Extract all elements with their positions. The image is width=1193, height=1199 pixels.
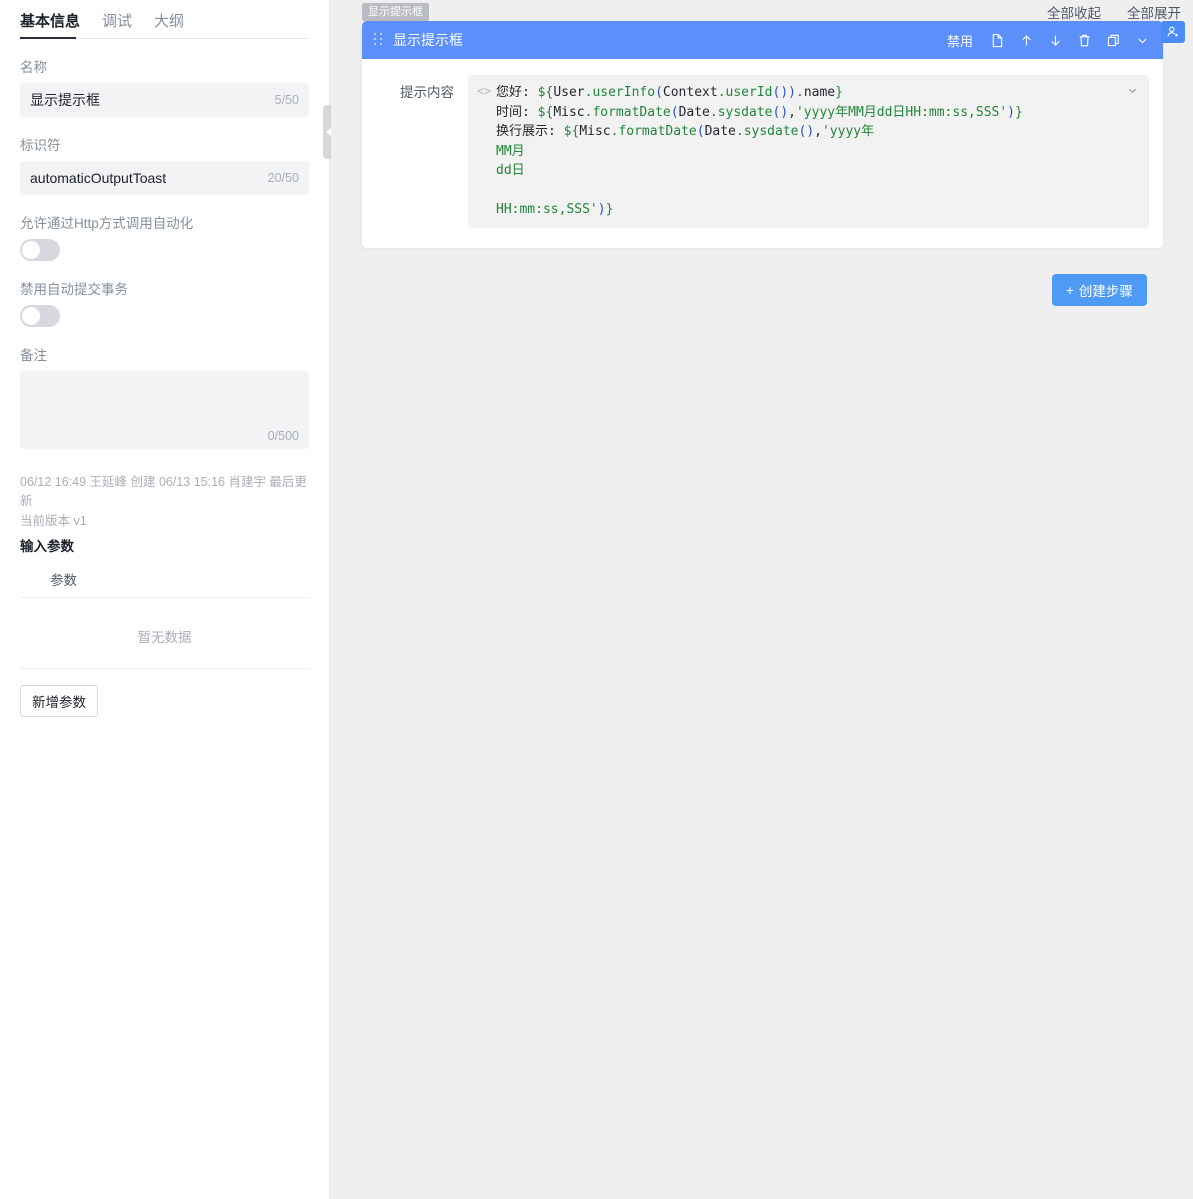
disable-step-button[interactable]: 禁用 bbox=[939, 28, 981, 53]
create-step-label: 创建步骤 bbox=[1078, 284, 1133, 299]
tab-outline[interactable]: 大纲 bbox=[154, 14, 184, 39]
canvas-top-actions: 全部收起 全部展开 bbox=[1047, 2, 1181, 22]
input-params-title: 输入参数 bbox=[20, 539, 74, 555]
plus-icon: + bbox=[1066, 282, 1074, 298]
prompt-content-label: 提示内容 bbox=[400, 85, 454, 100]
prompt-content-row: 提示内容 <> 您好: ${User.userInfo(Context.user… bbox=[376, 75, 1149, 228]
prompt-code-editor[interactable]: <> 您好: ${User.userInfo(Context.userId())… bbox=[468, 75, 1149, 228]
http-toggle-knob bbox=[22, 241, 40, 259]
chevron-down-icon[interactable] bbox=[1129, 27, 1155, 53]
remark-field-label: 备注 bbox=[20, 348, 47, 363]
step-card: 显示提示框 禁用 提示内容 <> 您好: ${User.userInfo(Con… bbox=[362, 21, 1163, 248]
step-header-actions: 禁用 bbox=[939, 27, 1155, 53]
http-toggle-label: 允许通过Http方式调用自动化 bbox=[20, 216, 194, 231]
create-step-button[interactable]: + 创建步骤 bbox=[1052, 274, 1147, 306]
step-card-body: 提示内容 <> 您好: ${User.userInfo(Context.user… bbox=[362, 59, 1163, 248]
arrow-down-icon[interactable] bbox=[1042, 27, 1068, 53]
user-add-icon[interactable] bbox=[1161, 21, 1185, 43]
drag-ghost-label: 显示提示框 bbox=[362, 3, 429, 22]
expand-all-button[interactable]: 全部展开 bbox=[1127, 2, 1181, 22]
tab-debug-label: 调试 bbox=[102, 13, 133, 30]
identifier-input[interactable]: automaticOutputToast 20/50 bbox=[20, 161, 309, 195]
prompt-code-text: 您好: ${User.userInfo(Context.userId()).na… bbox=[496, 85, 1023, 217]
remark-char-count: 0/500 bbox=[267, 429, 299, 443]
metadata-line-1: 06/12 16:49 王延峰 创建 06/13 15:16 肖建宇 最后更新 bbox=[20, 475, 307, 509]
transaction-toggle[interactable] bbox=[20, 305, 60, 327]
tab-debug[interactable]: 调试 bbox=[102, 14, 132, 39]
document-icon[interactable] bbox=[984, 27, 1010, 53]
copy-icon[interactable] bbox=[1100, 27, 1126, 53]
remark-textarea[interactable]: 0/500 bbox=[20, 371, 309, 449]
name-char-count: 5/50 bbox=[274, 93, 299, 107]
step-card-header: 显示提示框 禁用 bbox=[362, 21, 1163, 59]
metadata-block: 06/12 16:49 王延峰 创建 06/13 15:16 肖建宇 最后更新 … bbox=[20, 473, 309, 531]
code-collapse-chevron-down-icon[interactable] bbox=[1121, 79, 1143, 101]
step-title: 显示提示框 bbox=[393, 32, 463, 48]
sidebar-tabs: 基本信息 调试 大纲 bbox=[0, 0, 329, 39]
drag-handle-icon[interactable] bbox=[374, 33, 384, 47]
identifier-field-label: 标识符 bbox=[20, 138, 61, 153]
trash-icon[interactable] bbox=[1071, 27, 1097, 53]
transaction-toggle-label: 禁用自动提交事务 bbox=[20, 282, 128, 297]
collapse-all-button[interactable]: 全部收起 bbox=[1047, 2, 1101, 22]
name-field-label: 名称 bbox=[20, 60, 47, 75]
metadata-line-2: 当前版本 v1 bbox=[20, 513, 87, 528]
code-brackets-icon: <> bbox=[477, 84, 492, 98]
sidebar-panel: 基本信息 调试 大纲 名称 显示提示框 5/50 标识符 automaticOu… bbox=[0, 0, 330, 1199]
name-input[interactable]: 显示提示框 5/50 bbox=[20, 83, 309, 117]
app-root: 基本信息 调试 大纲 名称 显示提示框 5/50 标识符 automaticOu… bbox=[0, 0, 1193, 1199]
identifier-input-value: automaticOutputToast bbox=[30, 170, 167, 186]
tab-basic-info[interactable]: 基本信息 bbox=[20, 14, 80, 39]
params-table: 参数 暂无数据 bbox=[20, 563, 309, 670]
tab-basic-info-label: 基本信息 bbox=[20, 13, 81, 30]
params-column-header: 参数 bbox=[20, 563, 309, 599]
name-input-value: 显示提示框 bbox=[30, 92, 100, 108]
http-toggle[interactable] bbox=[20, 239, 60, 261]
sidebar-form: 名称 显示提示框 5/50 标识符 automaticOutputToast 2… bbox=[0, 56, 329, 718]
tab-outline-label: 大纲 bbox=[154, 13, 185, 30]
params-empty-text: 暂无数据 bbox=[20, 598, 309, 670]
identifier-char-count: 20/50 bbox=[267, 171, 299, 185]
transaction-toggle-knob bbox=[22, 307, 40, 325]
main-canvas: 全部收起 全部展开 显示提示框 显示提示框 禁用 提示内容 <> 您好: ${U… bbox=[331, 0, 1193, 1199]
active-tab-indicator bbox=[20, 37, 76, 39]
arrow-up-icon[interactable] bbox=[1013, 27, 1039, 53]
add-param-button[interactable]: 新增参数 bbox=[20, 685, 98, 718]
